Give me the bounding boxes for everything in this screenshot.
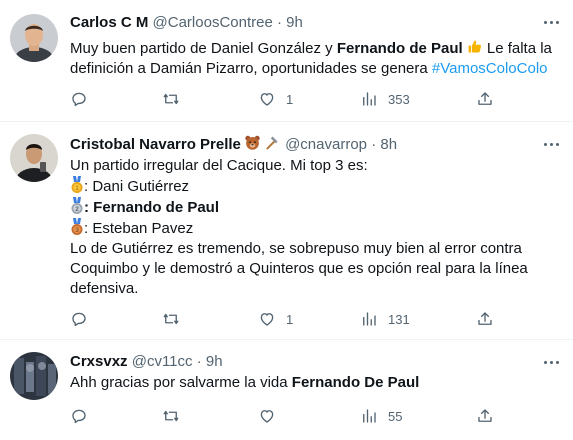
like-icon <box>258 90 276 108</box>
bear-emoji <box>244 134 261 151</box>
avatar[interactable] <box>10 352 58 400</box>
views-icon <box>360 407 378 425</box>
text-segment: Ahh gracias por salvarme la vida <box>70 374 292 391</box>
reply-icon <box>70 310 88 328</box>
like-icon <box>258 310 276 328</box>
text-segment: Muy buen partido de Daniel González y <box>70 40 337 57</box>
more-icon[interactable] <box>543 353 561 371</box>
views-count: 55 <box>388 408 403 424</box>
share-icon <box>476 310 494 328</box>
separator: · <box>371 136 377 153</box>
hammer-emoji <box>264 134 281 151</box>
retweet-button[interactable] <box>162 309 190 329</box>
share-button[interactable] <box>476 309 494 329</box>
thumbs-up-emoji <box>466 38 483 55</box>
tweet-actions: 1 353 <box>70 89 573 109</box>
like-icon <box>258 407 276 425</box>
retweet-icon <box>162 407 180 425</box>
retweet-icon <box>162 90 180 108</box>
author-name[interactable]: Crxsvxz <box>70 353 128 370</box>
views-button[interactable]: 55 <box>360 406 402 426</box>
tweet-actions: 55 <box>70 406 573 426</box>
like-count: 1 <box>286 91 294 107</box>
tweet-text: Ahh gracias por salvarme la vida Fernand… <box>70 373 563 393</box>
highlighted-name: Fernando de Paul <box>336 40 463 57</box>
silver-medal-emoji <box>70 197 84 215</box>
text-paragraph: Lo de Gutiérrez es tremendo, se sobrepus… <box>70 240 528 297</box>
author-name[interactable]: Cristobal Navarro Prelle <box>70 136 241 153</box>
share-icon <box>476 407 494 425</box>
retweet-button[interactable] <box>162 406 190 426</box>
tweet-text: Un partido irregular del Cacique. Mi top… <box>70 156 563 299</box>
share-button[interactable] <box>476 89 494 109</box>
gold-medal-emoji <box>70 176 84 194</box>
separator: · <box>196 353 202 370</box>
like-button[interactable]: 1 <box>258 309 293 329</box>
highlighted-name: Fernando De Paul <box>291 374 420 391</box>
tweet-header: Crxsvxz @cv11cc · 9h <box>70 352 543 372</box>
like-button[interactable] <box>258 406 286 426</box>
views-count: 131 <box>388 311 410 327</box>
author-handle[interactable]: @cv11cc <box>132 353 193 370</box>
author-handle[interactable]: @CarloosContree <box>153 14 273 31</box>
avatar[interactable] <box>10 14 58 62</box>
reply-button[interactable] <box>70 406 98 426</box>
like-count: 1 <box>286 311 294 327</box>
separator: · <box>276 14 282 31</box>
avatar[interactable] <box>10 134 58 182</box>
reply-button[interactable] <box>70 309 98 329</box>
bronze-medal-emoji <box>70 218 84 236</box>
author-handle[interactable]: @cnavarrop <box>285 136 367 153</box>
ranking-text: : Esteban Pavez <box>84 220 194 237</box>
retweet-icon <box>162 310 180 328</box>
ranking-item-3: : Esteban Pavez <box>70 218 563 239</box>
tweet-header: Cristobal Navarro Prelle @cnavarrop · 8h <box>70 134 543 154</box>
views-count: 353 <box>388 91 410 107</box>
tweet-header: Carlos C M @CarloosContree · 9h <box>70 13 543 33</box>
tweet[interactable]: Carlos C M @CarloosContree · 9h Muy buen… <box>0 0 573 122</box>
text-line: Un partido irregular del Cacique. Mi top… <box>70 157 368 174</box>
reply-icon <box>70 407 88 425</box>
timestamp[interactable]: 8h <box>380 136 397 153</box>
views-icon <box>360 310 378 328</box>
like-button[interactable]: 1 <box>258 89 293 109</box>
tweet-text: Muy buen partido de Daniel González y Fe… <box>70 38 563 79</box>
more-icon[interactable] <box>543 13 561 31</box>
reply-icon <box>70 90 88 108</box>
ranking-item-1: : Dani Gutiérrez <box>70 176 563 197</box>
ranking-text: : Dani Gutiérrez <box>84 178 190 195</box>
retweet-button[interactable] <box>162 89 190 109</box>
tweet-actions: 1 131 <box>70 309 573 329</box>
views-icon <box>360 90 378 108</box>
ranking-text: : Fernando de Paul <box>84 199 220 216</box>
author-name[interactable]: Carlos C M <box>70 14 148 31</box>
timestamp[interactable]: 9h <box>206 353 223 370</box>
reply-button[interactable] <box>70 89 98 109</box>
hashtag-link[interactable]: #VamosColoColo <box>432 60 548 77</box>
tweet[interactable]: Crxsvxz @cv11cc · 9h Ahh gracias por sal… <box>0 340 573 440</box>
share-icon <box>476 90 494 108</box>
tweet[interactable]: Cristobal Navarro Prelle @cnavarrop · 8h… <box>0 122 573 340</box>
views-button[interactable]: 131 <box>360 309 410 329</box>
views-button[interactable]: 353 <box>360 89 410 109</box>
ranking-item-2: : Fernando de Paul <box>70 197 563 218</box>
more-icon[interactable] <box>543 135 561 153</box>
share-button[interactable] <box>476 406 494 426</box>
timestamp[interactable]: 9h <box>286 14 303 31</box>
